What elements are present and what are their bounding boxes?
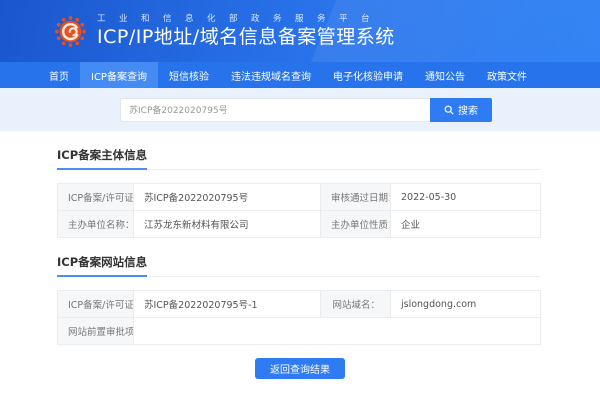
nav-tab-illegal-domain-query[interactable]: 违法违规域名查询: [220, 62, 322, 88]
field-value-pre-approval-item: [134, 318, 541, 345]
site-header: 工业和信息化部政务服务平台 ICP/IP地址/域名信息备案管理系统: [0, 0, 600, 62]
table-row: ICP备案/许可证号： 苏ICP备2022020795号-1 网站域名： jsl…: [58, 291, 541, 318]
section-header-website: ICP备案网站信息: [57, 238, 540, 277]
section-title-website: ICP备案网站信息: [57, 254, 147, 277]
section-header-subject: ICP备案主体信息: [57, 131, 540, 170]
field-label-pre-approval-item: 网站前置审批项：: [58, 318, 134, 345]
field-label-organizer-name: 主办单位名称：: [58, 211, 134, 238]
header-titles: 工业和信息化部政务服务平台 ICP/IP地址/域名信息备案管理系统: [97, 15, 395, 47]
field-value-icp-number: 苏ICP备2022020795号: [134, 184, 321, 211]
nav-tab-policy-documents[interactable]: 政策文件: [476, 62, 538, 88]
nav-tab-e-verification-apply[interactable]: 电子化核验申请: [322, 62, 414, 88]
search-input[interactable]: [120, 98, 430, 122]
field-label-site-icp-number: ICP备案/许可证号：: [58, 291, 134, 318]
field-value-organizer-name: 江苏龙东新材料有限公司: [134, 211, 321, 238]
section-title-subject: ICP备案主体信息: [57, 147, 147, 170]
search-icon: [444, 105, 454, 115]
field-value-approval-date: 2022-05-30: [391, 184, 541, 211]
nav-tab-sms-verification[interactable]: 短信核验: [158, 62, 220, 88]
main-content: ICP备案主体信息 ICP备案/许可证号： 苏ICP备2022020795号 审…: [0, 131, 600, 379]
table-row: ICP备案/许可证号： 苏ICP备2022020795号 审核通过日期： 202…: [58, 184, 541, 211]
search-button-label: 搜索: [458, 102, 478, 117]
field-label-icp-number: ICP备案/许可证号：: [58, 184, 134, 211]
field-label-organizer-nature: 主办单位性质：: [321, 211, 391, 238]
button-row: 返回查询结果: [0, 358, 600, 379]
table-row: 主办单位名称： 江苏龙东新材料有限公司 主办单位性质： 企业: [58, 211, 541, 238]
nav-tab-notices[interactable]: 通知公告: [414, 62, 476, 88]
search-band: 搜索: [0, 88, 600, 131]
search-button[interactable]: 搜索: [430, 98, 492, 122]
back-to-results-button[interactable]: 返回查询结果: [255, 358, 345, 379]
website-info-table: ICP备案/许可证号： 苏ICP备2022020795号-1 网站域名： jsl…: [57, 290, 541, 345]
nav-tab-icp-query[interactable]: ICP备案查询: [80, 62, 158, 88]
field-label-approval-date: 审核通过日期：: [321, 184, 391, 211]
field-value-site-icp-number: 苏ICP备2022020795号-1: [134, 291, 321, 318]
main-nav: 首页 ICP备案查询 短信核验 违法违规域名查询 电子化核验申请 通知公告 政策…: [0, 62, 600, 88]
table-row: 网站前置审批项：: [58, 318, 541, 345]
miit-gear-logo-icon: [54, 15, 87, 48]
page: 工业和信息化部政务服务平台 ICP/IP地址/域名信息备案管理系统 首页 ICP…: [0, 0, 600, 400]
field-label-site-domain: 网站域名：: [321, 291, 391, 318]
subject-info-table: ICP备案/许可证号： 苏ICP备2022020795号 审核通过日期： 202…: [57, 183, 541, 238]
field-value-site-domain: jslongdong.com: [391, 291, 541, 318]
platform-title: 工业和信息化部政务服务平台: [97, 15, 395, 24]
nav-tab-home[interactable]: 首页: [38, 62, 80, 88]
field-value-organizer-nature: 企业: [391, 211, 541, 238]
system-title: ICP/IP地址/域名信息备案管理系统: [97, 28, 395, 47]
